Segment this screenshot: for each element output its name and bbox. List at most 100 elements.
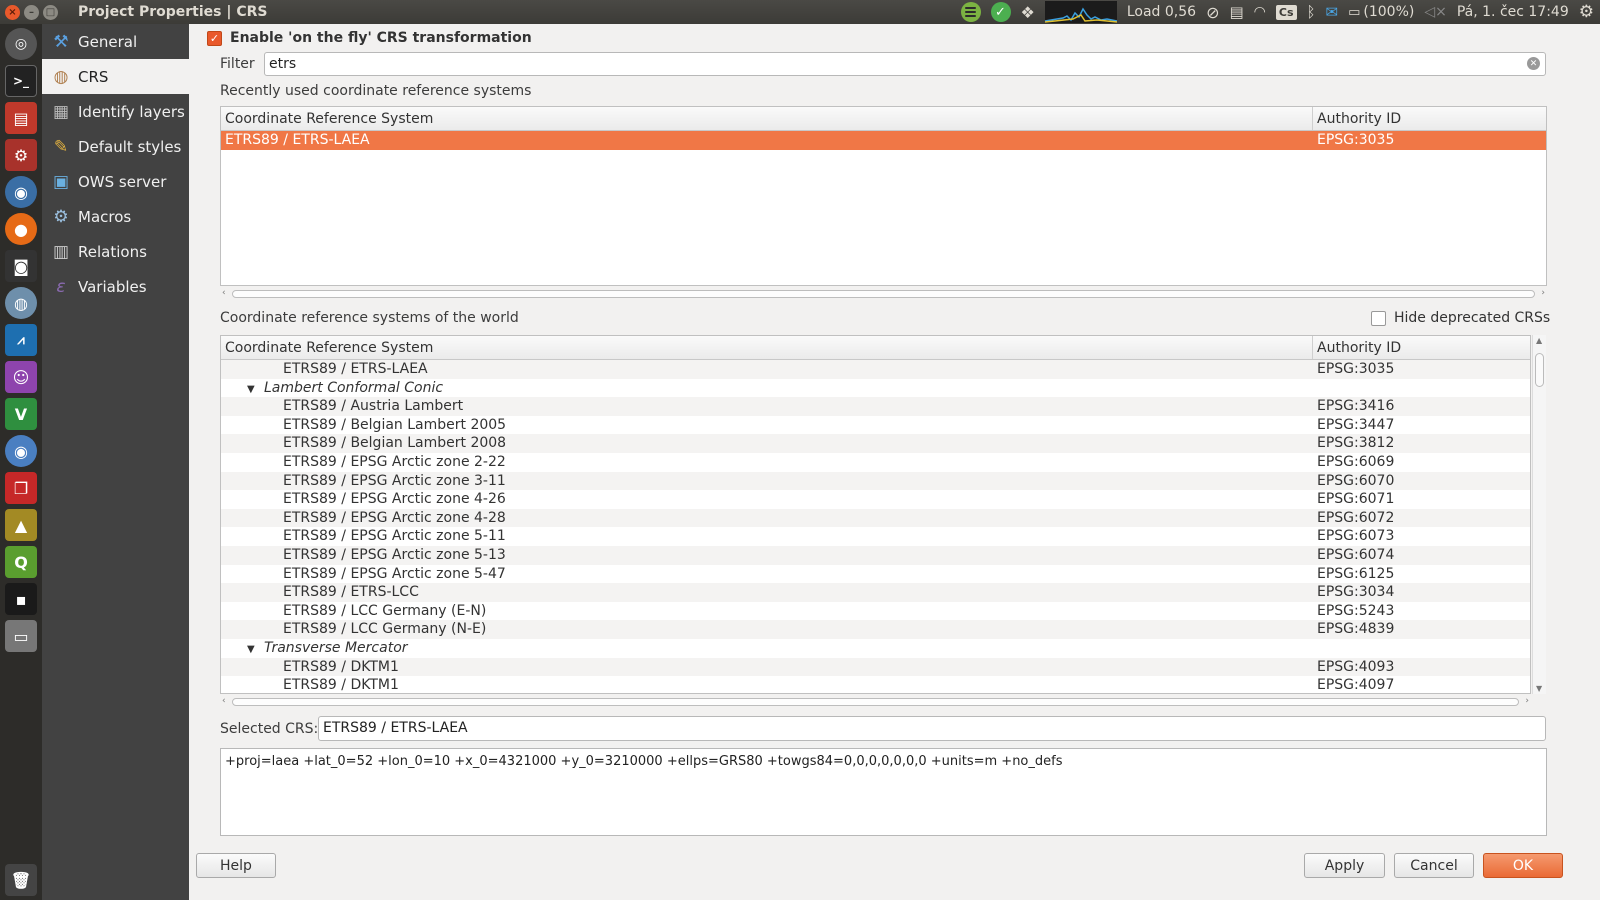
apply-button[interactable]: Apply (1304, 853, 1385, 878)
close-window-button[interactable]: × (5, 4, 20, 20)
table-row[interactable]: ETRS89 / ETRS-LAEA EPSG:3035 (221, 360, 1530, 379)
table-row[interactable]: ETRS89 / EPSG Arctic zone 2-22 EPSG:6069 (221, 453, 1530, 472)
table-row[interactable]: ETRS89 / DKTM1 EPSG:4097 (221, 676, 1530, 694)
maximize-window-button[interactable]: □ (43, 4, 58, 20)
settings-icon[interactable]: ⚙ (5, 139, 37, 171)
world-table-header: Coordinate Reference System Authority ID (221, 336, 1530, 360)
clear-filter-icon[interactable]: ✕ (1527, 57, 1540, 70)
table-row[interactable]: ETRS89 / DKTM1 EPSG:4093 (221, 657, 1530, 677)
sidebar-item-macros[interactable]: ⚙ Macros (42, 199, 189, 234)
system-monitor-graph[interactable] (1044, 1, 1117, 23)
table-row[interactable]: ETRS89 / Austria Lambert EPSG:3416 (221, 397, 1530, 416)
scroll-thumb[interactable] (232, 290, 1535, 298)
table-row[interactable]: ETRS89 / Belgian Lambert 2005 EPSG:3447 (221, 416, 1530, 435)
column-header-authority[interactable]: Authority ID (1313, 107, 1401, 130)
dark-app-icon[interactable]: ▪ (5, 583, 37, 615)
keyboard-layout-icon[interactable]: Cs (1275, 4, 1297, 20)
hide-deprecated-row[interactable]: Hide deprecated CRSs (1371, 310, 1550, 326)
scroll-down-icon[interactable]: ▼ (1536, 684, 1542, 693)
trash-icon[interactable]: 🗑 (5, 864, 37, 896)
column-header-crs[interactable]: Coordinate Reference System (221, 336, 1313, 359)
world-table-hscrollbar[interactable]: ‹ › (220, 696, 1531, 708)
scroll-thumb[interactable] (1535, 353, 1544, 387)
expand-arrow-icon[interactable]: ▼ (247, 381, 264, 398)
terminal-icon[interactable]: >_ (5, 65, 37, 97)
minimize-window-button[interactable]: – (24, 4, 39, 20)
pidgin-icon[interactable]: ☺ (5, 361, 37, 393)
sidebar-item-label: Identify layers (78, 102, 185, 121)
sidebar-item-default-styles[interactable]: ✎ Default styles (42, 129, 189, 164)
scroll-left-icon[interactable]: ‹ (222, 696, 226, 706)
load-indicator[interactable]: Load 0,56 (1127, 4, 1196, 20)
column-header-authority[interactable]: Authority ID (1313, 336, 1401, 359)
dropbox-icon[interactable]: ❖ (1021, 3, 1035, 22)
column-header-crs[interactable]: Coordinate Reference System (221, 107, 1313, 130)
filter-input[interactable] (264, 52, 1546, 76)
pdf-icon[interactable]: ❐ (5, 472, 37, 504)
otf-checkbox-row[interactable]: ✓ Enable 'on the fly' CRS transformation (207, 30, 532, 46)
vlc-icon[interactable]: ▲ (5, 509, 37, 541)
sidebar-item-relations[interactable]: ▥ Relations (42, 234, 189, 269)
camera-icon[interactable]: ◙ (5, 250, 37, 282)
chromium-icon[interactable]: ◉ (5, 176, 37, 208)
crs-name: ETRS89 / Austria Lambert (283, 398, 464, 415)
hide-deprecated-checkbox[interactable] (1371, 310, 1386, 326)
files-icon[interactable]: ▤ (5, 102, 37, 134)
clipboard-icon[interactable]: ▤ (1229, 3, 1243, 21)
wifi-icon[interactable]: ◠ (1254, 4, 1266, 20)
gear-icon[interactable]: ⚙ (1579, 2, 1594, 22)
table-row[interactable]: ETRS89 / LCC Germany (N-E) EPSG:4839 (221, 620, 1530, 639)
volume-muted-icon[interactable]: ◁× (1424, 4, 1447, 20)
authority-id: EPSG:6125 (1317, 565, 1395, 582)
battery-indicator[interactable]: ▭ (100%) (1348, 4, 1414, 20)
ok-button[interactable]: OK (1483, 853, 1563, 878)
help-button[interactable]: Help (196, 853, 276, 878)
ubuntu-dash-icon[interactable]: ◎ (5, 28, 37, 60)
scroll-left-icon[interactable]: ‹ (222, 288, 226, 298)
table-row[interactable]: ETRS89 / EPSG Arctic zone 3-11 EPSG:6070 (221, 471, 1530, 491)
sidebar-item-ows-server[interactable]: ▣ OWS server (42, 164, 189, 199)
table-row[interactable]: ETRS89 / ETRS-LCC EPSG:3034 (221, 583, 1530, 602)
tree-group-row[interactable]: ▼ Transverse Mercator (221, 639, 1530, 658)
network-icon[interactable]: ◍ (5, 287, 37, 319)
mail-icon[interactable]: ✉ (1326, 3, 1339, 21)
clock[interactable]: Pá, 1. čec 17:49 (1457, 4, 1569, 20)
table-row[interactable]: ETRS89 / EPSG Arctic zone 5-47 EPSG:6125 (221, 565, 1530, 584)
monitor-icon[interactable]: ⩘ (5, 324, 37, 356)
otf-checkbox[interactable]: ✓ (207, 30, 222, 46)
vim-icon[interactable]: V (5, 398, 37, 430)
table-row[interactable]: ETRS89 / EPSG Arctic zone 5-11 EPSG:6073 (221, 527, 1530, 546)
world-table-vscrollbar[interactable]: ▲ ▼ (1532, 335, 1546, 694)
qgis-icon[interactable]: Q (5, 546, 37, 578)
table-row[interactable]: ETRS89 / EPSG Arctic zone 4-28 EPSG:6072 (221, 508, 1530, 528)
tree-group-row[interactable]: ▼ Lambert Conformal Conic (221, 379, 1530, 398)
scroll-right-icon[interactable]: › (1541, 288, 1545, 298)
bluetooth-icon[interactable]: ᛒ (1307, 3, 1316, 21)
sync-icon[interactable]: ⊘ (1206, 3, 1219, 22)
sidebar-item-variables[interactable]: ε Variables (42, 269, 189, 304)
scroll-right-icon[interactable]: › (1525, 696, 1529, 706)
sidebar-item-crs[interactable]: ◍ CRS (42, 59, 189, 94)
table-row[interactable]: ETRS89 / EPSG Arctic zone 5-13 EPSG:6074 (221, 545, 1530, 565)
table-row[interactable]: ETRS89 / Belgian Lambert 2008 EPSG:3812 (221, 434, 1530, 453)
table-row[interactable]: ETRS89 / EPSG Arctic zone 4-26 EPSG:6071 (221, 490, 1530, 509)
drive-icon[interactable]: ▭ (5, 620, 37, 652)
table-row[interactable]: ETRS89 / LCC Germany (E-N) EPSG:5243 (221, 602, 1530, 621)
chrome-icon[interactable]: ◉ (5, 435, 37, 467)
table-row[interactable]: ETRS89 / ETRS-LAEA EPSG:3035 (221, 131, 1546, 150)
sidebar-item-general[interactable]: ⚒ General (42, 24, 189, 59)
selected-crs-field[interactable]: ETRS89 / ETRS-LAEA (318, 716, 1546, 741)
expand-arrow-icon[interactable]: ▼ (247, 641, 264, 658)
recent-table-hscrollbar[interactable]: ‹ › (220, 288, 1547, 300)
crs-name: ETRS89 / DKTM1 (283, 677, 399, 694)
firefox-icon[interactable]: ● (5, 213, 37, 245)
authority-id: EPSG:4097 (1317, 677, 1395, 694)
scroll-thumb[interactable] (232, 698, 1519, 706)
authority-id (1313, 639, 1317, 658)
scroll-up-icon[interactable]: ▲ (1536, 336, 1542, 345)
spotify-icon[interactable] (960, 2, 981, 22)
proj-string-textarea[interactable]: +proj=laea +lat_0=52 +lon_0=10 +x_0=4321… (220, 748, 1547, 836)
sidebar-item-identify-layers[interactable]: ▦ Identify layers (42, 94, 189, 129)
cancel-button[interactable]: Cancel (1394, 853, 1474, 878)
check-icon[interactable]: ✓ (990, 2, 1011, 22)
